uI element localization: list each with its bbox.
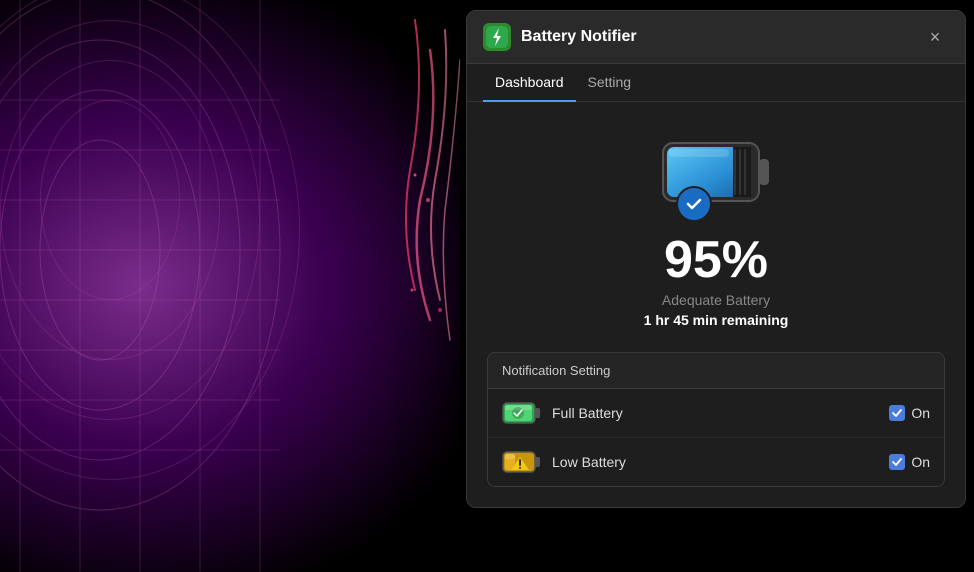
app-icon (483, 23, 511, 51)
close-button[interactable]: × (921, 23, 949, 51)
tab-dashboard[interactable]: Dashboard (483, 64, 576, 102)
low-battery-icon (502, 448, 542, 476)
title-bar: Battery Notifier × (467, 11, 965, 64)
background-scene (0, 0, 470, 572)
battery-icon-wrap (656, 122, 776, 222)
battery-status: Adequate Battery (662, 292, 770, 308)
title-bar-left: Battery Notifier (483, 23, 637, 51)
check-badge (676, 186, 712, 222)
nav-tabs: Dashboard Setting (467, 64, 965, 102)
notification-row-low: Low Battery On (488, 438, 944, 486)
tab-setting[interactable]: Setting (576, 64, 644, 102)
low-battery-toggle[interactable]: On (889, 454, 930, 470)
notification-row-full: Full Battery On (488, 389, 944, 438)
notification-section: Notification Setting Full Battery (487, 352, 945, 487)
main-content: 95% Adequate Battery 1 hr 45 min remaini… (467, 102, 965, 507)
notification-header: Notification Setting (488, 353, 944, 389)
low-battery-label: Low Battery (552, 454, 879, 470)
full-battery-toggle-label: On (911, 405, 930, 421)
low-battery-toggle-label: On (911, 454, 930, 470)
low-battery-checkbox[interactable] (889, 454, 905, 470)
full-battery-icon (502, 399, 542, 427)
full-battery-toggle[interactable]: On (889, 405, 930, 421)
battery-display: 95% Adequate Battery 1 hr 45 min remaini… (644, 122, 789, 328)
battery-time: 1 hr 45 min remaining (644, 312, 789, 328)
full-battery-checkbox[interactable] (889, 405, 905, 421)
app-window: Battery Notifier × Dashboard Setting (466, 10, 966, 508)
battery-percent: 95% (664, 234, 768, 286)
full-battery-label: Full Battery (552, 405, 879, 421)
app-title: Battery Notifier (521, 28, 637, 46)
